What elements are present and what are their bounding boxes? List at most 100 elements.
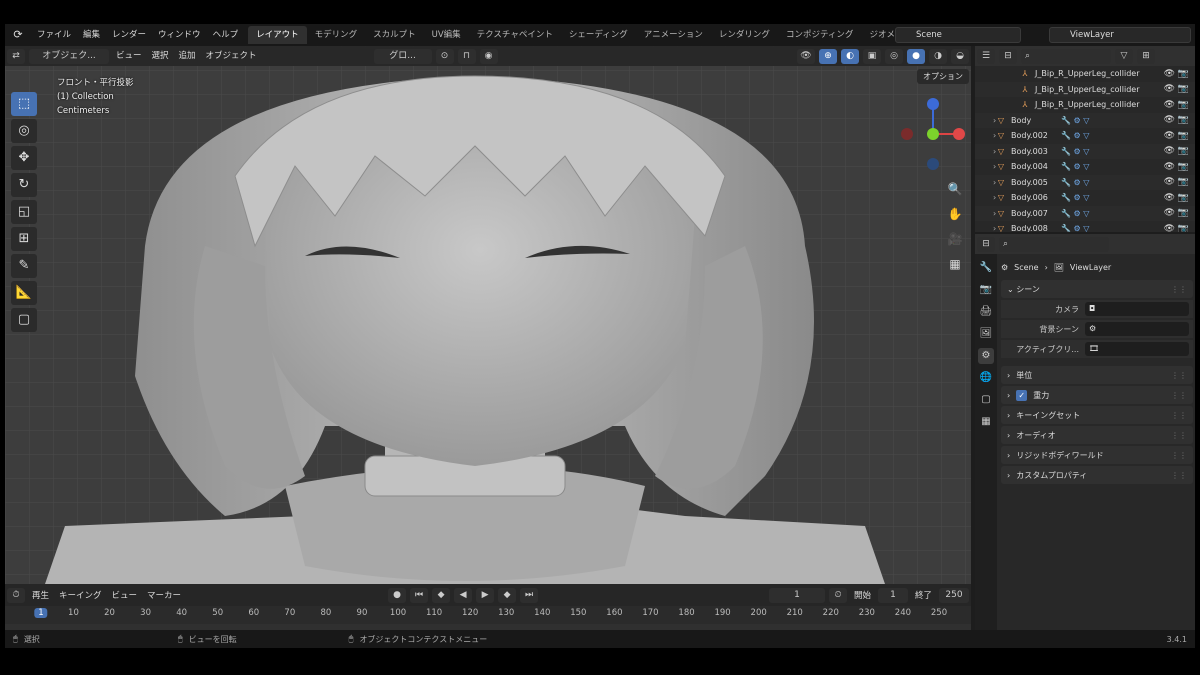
expand-icon[interactable]: › (993, 178, 996, 187)
render-camera-icon[interactable]: 📷 (1178, 69, 1189, 79)
ruler-tick[interactable]: 90 (357, 608, 368, 618)
ruler-tick[interactable]: 1 (34, 608, 48, 618)
xray-icon[interactable]: ▣ (863, 48, 881, 64)
timeline-menu-view[interactable]: ビュー (107, 589, 143, 601)
modifier-icons[interactable]: 🔧 ⚙ ▽ (1061, 224, 1089, 232)
annotate-icon[interactable]: ✎ (11, 254, 37, 278)
overlay-toggle-icon[interactable]: ◐ (841, 48, 859, 64)
viewport-menu-view[interactable]: ビュー (111, 46, 147, 66)
visibility-eye-icon[interactable]: 👁 (1164, 208, 1175, 218)
view-layer-selector[interactable]: ViewLayer (1049, 27, 1191, 43)
display-mode-icon[interactable]: ⊟ (999, 48, 1017, 64)
timeline-ruler[interactable]: 1 10 20 30 40 50 60 70 80 90 100 110 120 130 140 150 160… (5, 606, 971, 624)
section-collapsed[interactable]: › キーイングセット ⋮⋮ (1001, 406, 1193, 424)
texture-tab-icon[interactable]: ▦ (978, 414, 994, 430)
outliner-row[interactable]: ⅄ J_Bip_R_UpperLeg_collider 👁 📷 (975, 97, 1195, 113)
menu-window[interactable]: ウィンドウ (152, 24, 207, 46)
render-camera-icon[interactable]: 📷 (1178, 131, 1189, 141)
ruler-tick[interactable]: 160 (606, 608, 622, 618)
outliner-search-icon[interactable]: ⌕ (1021, 48, 1111, 64)
scene-selector[interactable]: Scene (895, 27, 1021, 43)
play-icon[interactable]: ▶ (476, 587, 495, 603)
transform-orientation[interactable]: グロ... (373, 48, 432, 64)
collection-tab-icon[interactable]: ▢ (978, 392, 994, 408)
rotate-icon[interactable]: ↻ (11, 173, 37, 197)
mode-dropdown[interactable]: オブジェク... (29, 48, 109, 64)
bg-scene-field[interactable]: ⚙ (1085, 322, 1189, 336)
snap-icon[interactable]: ⊓ (457, 48, 476, 64)
output-tab-icon[interactable]: 🖨 (978, 304, 994, 320)
tab-rendering[interactable]: レンダリング (711, 26, 778, 44)
modifier-icons[interactable]: 🔧 ⚙ ▽ (1061, 116, 1089, 125)
outliner-row[interactable]: › ▽ Body.006 🔧 ⚙ ▽ 👁 📷 (975, 190, 1195, 206)
tab-texture-paint[interactable]: テクスチャペイント (469, 26, 561, 44)
pivot-icon[interactable]: ⊙ (435, 48, 454, 64)
properties-editor-icon[interactable]: ⊟ (977, 236, 995, 252)
filter-icon[interactable]: ▽ (1115, 48, 1133, 64)
render-camera-icon[interactable]: 📷 (1178, 208, 1189, 218)
outliner-editor-icon[interactable]: ☰ (977, 48, 995, 64)
section-collapsed[interactable]: › リジッドボディワールド ⋮⋮ (1001, 446, 1193, 464)
modifier-icons[interactable]: 🔧 ⚙ ▽ (1061, 209, 1089, 218)
timeline-editor-icon[interactable]: ⏱ (7, 587, 25, 603)
ruler-tick[interactable]: 250 (931, 608, 947, 618)
zoom-icon[interactable]: 🔍 (943, 178, 967, 200)
visibility-eye-icon[interactable]: 👁 (1164, 224, 1175, 232)
move-icon[interactable]: ✥ (11, 146, 37, 170)
expand-icon[interactable]: › (993, 193, 996, 202)
end-frame-field[interactable]: 250 (939, 587, 969, 603)
jump-start-icon[interactable]: ⏮ (410, 587, 429, 603)
grip-icon[interactable]: ⋮⋮ (1171, 431, 1187, 440)
tab-compositing[interactable]: コンポジティング (778, 26, 862, 44)
visibility-eye-icon[interactable]: 👁 (1164, 69, 1175, 79)
properties-search-icon[interactable]: ⌕ (999, 236, 1109, 252)
timeline-menu-marker[interactable]: マーカー (142, 589, 186, 601)
section-collapsed[interactable]: › ✓ 重力 ⋮⋮ (1001, 386, 1193, 404)
tab-layout[interactable]: レイアウト (248, 26, 307, 44)
visibility-icon[interactable]: 👁 (797, 48, 815, 64)
outliner-row[interactable]: › ▽ Body 🔧 ⚙ ▽ 👁 📷 (975, 112, 1195, 128)
ruler-tick[interactable]: 20 (104, 608, 115, 618)
ruler-tick[interactable]: 100 (390, 608, 406, 618)
visibility-eye-icon[interactable]: 👁 (1164, 115, 1175, 125)
visibility-eye-icon[interactable]: 👁 (1164, 84, 1175, 94)
tab-modeling[interactable]: モデリング (307, 26, 366, 44)
section-collapsed[interactable]: › オーディオ ⋮⋮ (1001, 426, 1193, 444)
record-icon[interactable]: ● (388, 587, 407, 603)
menu-help[interactable]: ヘルプ (207, 24, 245, 46)
ruler-tick[interactable]: 140 (534, 608, 550, 618)
section-scene[interactable]: ⌄ シーン ⋮⋮ (1001, 280, 1193, 298)
tab-uv[interactable]: UV編集 (424, 26, 469, 44)
ruler-tick[interactable]: 30 (140, 608, 151, 618)
visibility-eye-icon[interactable]: 👁 (1164, 100, 1175, 110)
render-tab-icon[interactable]: 📷 (978, 282, 994, 298)
ruler-tick[interactable]: 80 (320, 608, 331, 618)
timeline-menu-playback[interactable]: 再生 (27, 589, 54, 601)
menu-file[interactable]: ファイル (31, 24, 77, 46)
expand-icon[interactable]: › (993, 162, 996, 171)
viewport-menu-add[interactable]: 追加 (174, 46, 201, 66)
options-dropdown[interactable]: オプション (917, 69, 969, 84)
render-camera-icon[interactable]: 📷 (1178, 193, 1189, 203)
outliner-row[interactable]: › ▽ Body.002 🔧 ⚙ ▽ 👁 📷 (975, 128, 1195, 144)
expand-icon[interactable]: › (993, 147, 996, 156)
viewport-menu-select[interactable]: 選択 (147, 46, 174, 66)
3d-viewport[interactable]: ⇄ オブジェク... ビュー 選択 追加 オブジェクト グロ... ⊙ ⊓ ◉ … (5, 46, 971, 584)
grip-icon[interactable]: ⋮⋮ (1171, 285, 1187, 294)
render-camera-icon[interactable]: 📷 (1178, 177, 1189, 187)
grip-icon[interactable]: ⋮⋮ (1171, 391, 1187, 400)
ruler-tick[interactable]: 110 (426, 608, 442, 618)
tab-shading[interactable]: シェーディング (561, 26, 636, 44)
ruler-tick[interactable]: 220 (823, 608, 839, 618)
ruler-tick[interactable]: 50 (212, 608, 223, 618)
jump-end-icon[interactable]: ⏭ (520, 587, 539, 603)
tab-animation[interactable]: アニメーション (636, 26, 711, 44)
visibility-eye-icon[interactable]: 👁 (1164, 162, 1175, 172)
menu-edit[interactable]: 編集 (77, 24, 106, 46)
transform-icon[interactable]: ⊞ (11, 227, 37, 251)
visibility-eye-icon[interactable]: 👁 (1164, 177, 1175, 187)
outliner-row[interactable]: › ▽ Body.004 🔧 ⚙ ▽ 👁 📷 (975, 159, 1195, 175)
modifier-icons[interactable]: 🔧 ⚙ ▽ (1061, 162, 1089, 171)
render-camera-icon[interactable]: 📷 (1178, 100, 1189, 110)
ruler-tick[interactable]: 190 (714, 608, 730, 618)
